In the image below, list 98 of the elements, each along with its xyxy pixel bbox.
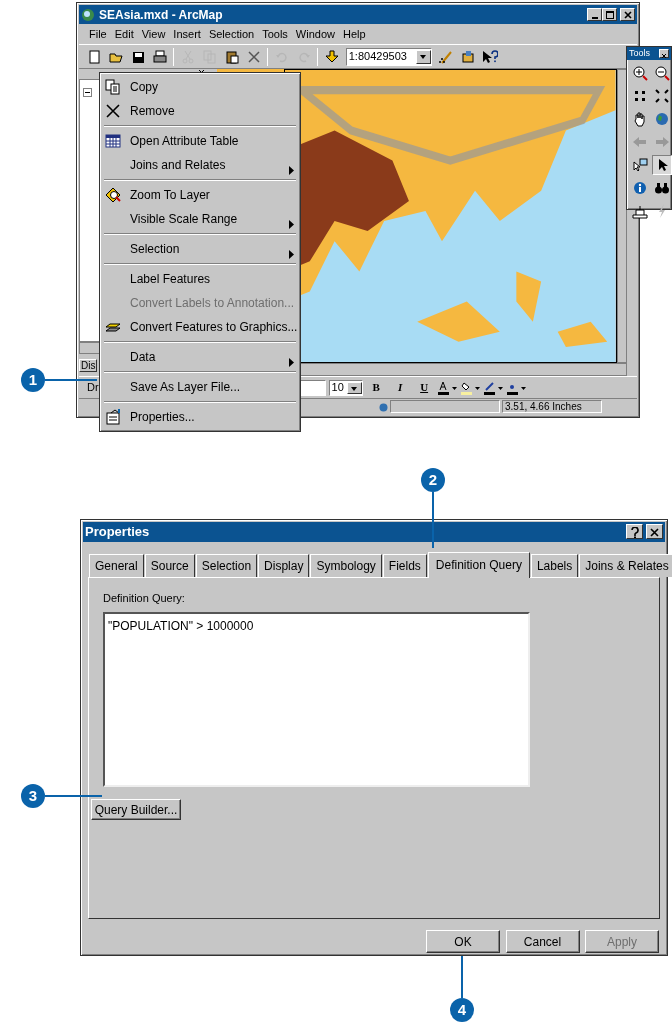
fixed-zoom-out-icon[interactable] — [654, 88, 670, 104]
palette-title: Tools — [629, 46, 650, 60]
help-button[interactable] — [626, 524, 644, 540]
close-button[interactable] — [646, 524, 663, 540]
question-mark-icon — [630, 526, 639, 538]
menu-item[interactable]: Zoom To Layer — [103, 183, 297, 207]
query-text-area[interactable]: "POPULATION" > 1000000 — [103, 612, 530, 788]
menu-item[interactable]: Remove — [103, 99, 297, 123]
leader-line — [432, 492, 434, 548]
menu-item[interactable]: Copy — [103, 75, 297, 99]
tab[interactable]: Display — [258, 553, 310, 577]
fixed-zoom-in-icon[interactable] — [632, 88, 648, 104]
hand-icon[interactable] — [632, 111, 648, 127]
bold-button[interactable]: B — [365, 377, 387, 398]
dialog-button[interactable]: Cancel — [505, 930, 580, 953]
zoom-to-layer-icon — [105, 187, 122, 205]
menu-item[interactable]: Help — [338, 25, 370, 43]
help-pointer-icon[interactable] — [482, 49, 498, 64]
measure-icon[interactable] — [632, 203, 648, 219]
italic-button[interactable]: I — [389, 377, 411, 398]
new-document-icon[interactable] — [86, 49, 101, 64]
info-icon[interactable] — [632, 180, 648, 196]
leader-line — [45, 795, 102, 797]
tab[interactable]: General — [89, 553, 144, 577]
binoculars-icon[interactable] — [654, 180, 670, 196]
delete-icon[interactable] — [246, 49, 261, 64]
close-icon — [661, 53, 667, 60]
dialog-title: Properties — [85, 523, 150, 542]
tab[interactable]: Selection — [195, 553, 258, 577]
step-number-marker: 4 — [450, 998, 474, 1022]
font-color-icon[interactable] — [437, 380, 458, 395]
select-features-icon[interactable] — [632, 157, 648, 173]
query-builder-button[interactable]: Query Builder... — [91, 799, 181, 821]
properties-icon — [105, 409, 122, 427]
menu-item[interactable]: Dr — [83, 379, 103, 396]
save-icon[interactable] — [130, 49, 145, 64]
print-icon[interactable] — [152, 49, 167, 64]
step-number-marker: 3 — [21, 784, 45, 808]
tab[interactable]: Definition Query — [427, 551, 530, 578]
close-button[interactable] — [620, 8, 635, 21]
editor-pencil-icon[interactable] — [438, 49, 454, 64]
tab[interactable]: Fields — [382, 553, 427, 577]
collapse-box-icon[interactable] — [83, 87, 92, 97]
minimize-button[interactable] — [587, 8, 603, 21]
panel-tab[interactable]: Dis — [79, 359, 98, 372]
tab[interactable]: Joins & Relates — [579, 553, 672, 577]
menu-item[interactable]: Open Attribute Table — [103, 129, 297, 153]
zoom-out-icon[interactable] — [654, 65, 670, 81]
menu-item[interactable]: Tools — [258, 25, 292, 43]
copy-icon — [105, 79, 122, 97]
line-color-icon[interactable] — [483, 380, 504, 395]
scale-combo-box[interactable]: 1:80429503 — [345, 47, 432, 66]
submenu-arrow-icon — [289, 250, 294, 260]
field-label: Definition Query: — [103, 590, 186, 606]
window-title: SEAsia.mxd - ArcMap — [99, 6, 223, 24]
coordinates-readout: 3.51, 4.66 Inches — [502, 400, 602, 413]
menu-item[interactable]: Insert — [169, 25, 205, 43]
tab[interactable]: Symbology — [310, 553, 382, 577]
dialog-button: Apply — [585, 930, 659, 953]
menu-item[interactable]: Data — [103, 345, 297, 369]
menu-item[interactable]: Selection — [103, 237, 297, 261]
step-number-marker: 1 — [21, 368, 45, 392]
fill-color-icon[interactable] — [460, 380, 481, 395]
menu-item[interactable]: Joins and Relates — [103, 153, 297, 177]
maximize-button[interactable] — [602, 8, 618, 21]
leader-line — [45, 379, 97, 381]
font-size-combo-box[interactable]: 10 — [328, 379, 363, 396]
zoom-in-icon[interactable] — [632, 65, 648, 81]
menu-item[interactable]: Properties... — [103, 405, 297, 429]
menu-item[interactable]: Save As Layer File... — [103, 375, 297, 399]
leader-line — [461, 956, 463, 998]
dropdown-arrow-icon — [419, 53, 428, 60]
submenu-arrow-icon — [289, 358, 294, 368]
menu-item[interactable]: Label Features — [103, 267, 297, 291]
menu-item[interactable]: Edit — [110, 25, 138, 43]
menu-item[interactable]: Selection — [204, 25, 259, 43]
step-number-marker: 2 — [421, 468, 445, 492]
catalog-icon[interactable] — [461, 49, 475, 64]
dropdown-arrow-icon — [350, 385, 359, 392]
menu-item[interactable]: Convert Features to Graphics... — [103, 315, 297, 339]
close-button[interactable] — [659, 49, 669, 58]
vertical-scrollbar[interactable] — [616, 69, 627, 363]
maximize-icon — [605, 11, 614, 20]
close-icon — [650, 528, 659, 538]
close-icon — [623, 11, 632, 20]
menu-item[interactable]: Visible Scale Range — [103, 207, 297, 231]
underline-button[interactable]: U — [413, 377, 435, 398]
menu-item[interactable]: Window — [291, 25, 339, 43]
tab[interactable]: Labels — [530, 553, 579, 577]
add-data-icon[interactable] — [324, 49, 339, 64]
table-icon — [105, 133, 122, 151]
dialog-button[interactable]: OK — [426, 930, 500, 953]
menu-item[interactable]: View — [137, 25, 170, 43]
tab[interactable]: Source — [144, 553, 195, 577]
submenu-arrow-icon — [289, 166, 294, 176]
submenu-arrow-icon — [289, 220, 294, 230]
menu-item[interactable]: File — [85, 25, 111, 43]
paste-icon[interactable] — [224, 49, 239, 64]
